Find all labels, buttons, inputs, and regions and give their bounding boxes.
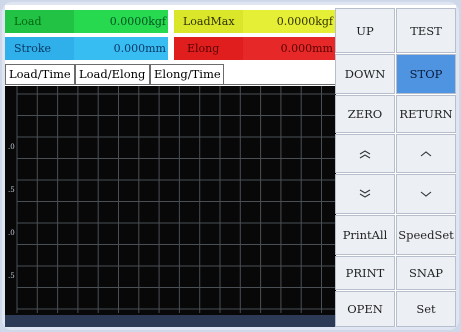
up-button[interactable]: UP bbox=[335, 8, 395, 53]
test-button[interactable]: TEST bbox=[396, 8, 456, 53]
fast-up-button[interactable] bbox=[335, 134, 395, 173]
screen: Load 0.0000kgf LoadMax 0.0000kgf Stroke … bbox=[5, 5, 456, 327]
loadmax-value: 0.0000kgf bbox=[243, 10, 335, 33]
elong-label: Elong bbox=[174, 37, 243, 60]
open-button[interactable]: OPEN bbox=[335, 291, 395, 327]
stroke-value: 0.000mm bbox=[74, 37, 168, 60]
slow-down-button[interactable] bbox=[396, 174, 456, 214]
down-button[interactable]: DOWN bbox=[335, 54, 395, 94]
load-value: 0.0000kgf bbox=[74, 10, 168, 33]
y-tick-label: .5 bbox=[8, 186, 15, 194]
fast-down-button[interactable] bbox=[335, 174, 395, 214]
elong-value: 0.000mm bbox=[243, 37, 335, 60]
y-tick-label: .5 bbox=[8, 272, 15, 280]
y-tick-label: .0 bbox=[8, 143, 15, 151]
stroke-label: Stroke bbox=[5, 37, 74, 60]
slow-up-button[interactable] bbox=[396, 134, 456, 173]
print-all-button[interactable]: PrintAll bbox=[335, 215, 395, 255]
return-button[interactable]: RETURN bbox=[396, 95, 456, 133]
tab-load-time[interactable]: Load/Time bbox=[5, 64, 75, 85]
zero-button[interactable]: ZERO bbox=[335, 95, 395, 133]
tab-bar-filler bbox=[224, 64, 335, 85]
plot-area: .0 .5 .0 .5 bbox=[5, 86, 336, 327]
snap-button[interactable]: SNAP bbox=[396, 256, 456, 290]
print-button[interactable]: PRINT bbox=[335, 256, 395, 290]
x-axis-strip bbox=[5, 315, 336, 327]
loadmax-label: LoadMax bbox=[174, 10, 243, 33]
load-label: Load bbox=[5, 10, 74, 33]
device-frame: Load 0.0000kgf LoadMax 0.0000kgf Stroke … bbox=[2, 2, 459, 330]
tab-elong-time[interactable]: Elong/Time bbox=[150, 64, 224, 85]
set-button[interactable]: Set bbox=[396, 291, 456, 327]
chevron-up-icon bbox=[420, 150, 432, 156]
chevron-down-icon bbox=[420, 191, 432, 197]
speed-set-button[interactable]: SpeedSet bbox=[396, 215, 456, 255]
control-panel: UP TEST DOWN STOP ZERO RETURN PrintAll S… bbox=[335, 8, 456, 327]
plot-grid bbox=[5, 86, 336, 327]
stop-button[interactable]: STOP bbox=[396, 54, 456, 94]
tab-load-elong[interactable]: Load/Elong bbox=[75, 64, 150, 85]
double-chevron-up-icon bbox=[359, 149, 371, 158]
double-chevron-down-icon bbox=[359, 189, 371, 198]
y-tick-label: .0 bbox=[8, 229, 15, 237]
